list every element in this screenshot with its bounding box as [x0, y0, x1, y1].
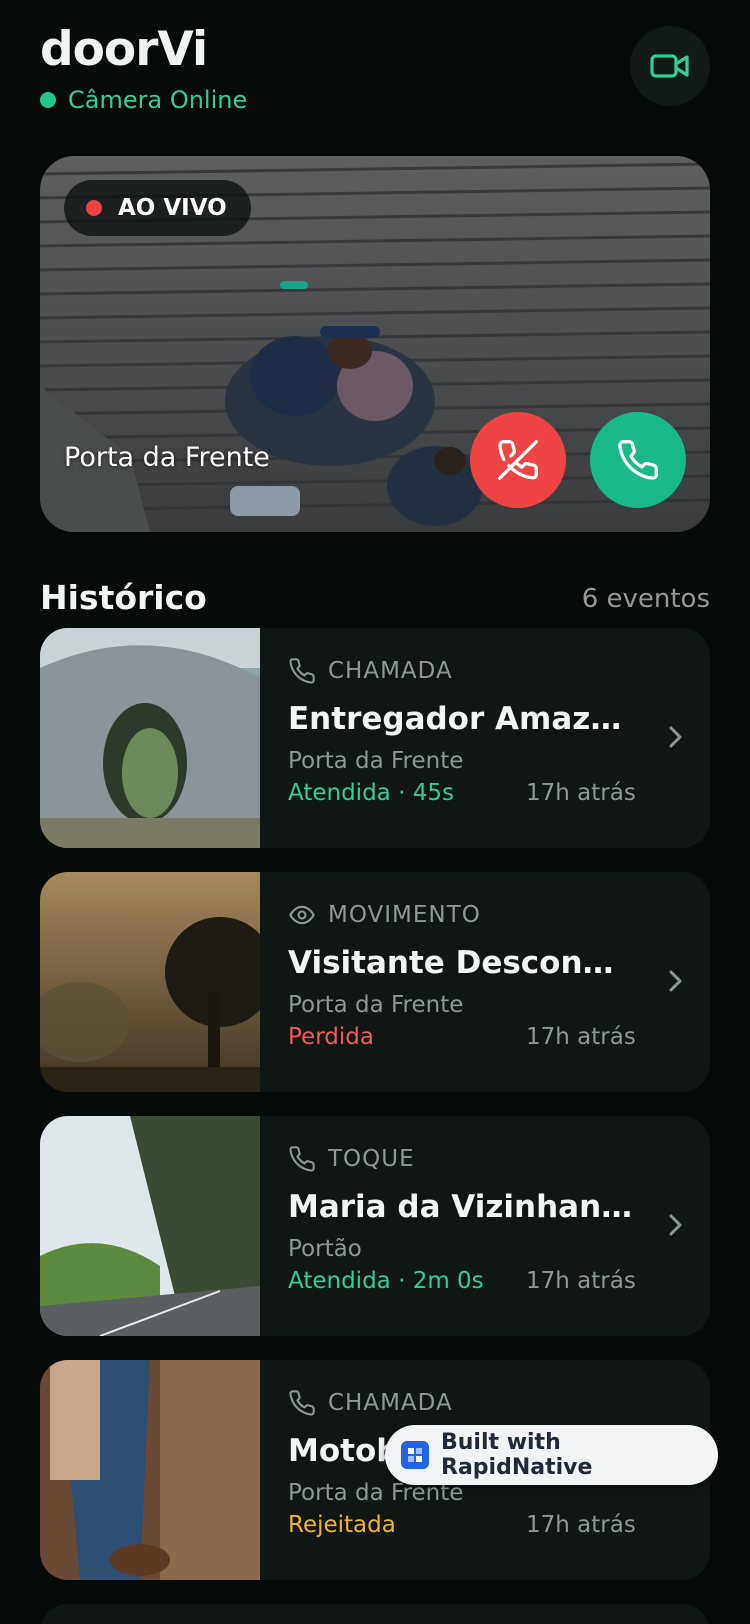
event-type-label: CHAMADA [328, 1390, 453, 1416]
event-title: Visitante Desconhecido [288, 945, 633, 981]
video-camera-icon [650, 54, 689, 78]
event-thumbnail [40, 1116, 260, 1336]
chevron-right-icon [669, 1214, 682, 1236]
live-location: Porta da Frente [64, 442, 270, 473]
event-location: Porta da Frente [288, 748, 464, 774]
live-badge-text: AO VIVO [118, 195, 227, 221]
camera-status-text: Câmera Online [68, 86, 248, 114]
rapidnative-logo-icon [401, 1441, 429, 1469]
event-type-label: MOVIMENTO [328, 902, 481, 928]
event-time: 17h atrás [526, 1024, 636, 1050]
chevron-right-icon [669, 726, 682, 748]
rapidnative-badge[interactable]: Built with RapidNative [385, 1425, 718, 1485]
event-time: 17h atrás [526, 780, 636, 806]
accept-call-button[interactable] [590, 412, 686, 508]
event-status: Perdida [288, 1024, 374, 1050]
event-location: Porta da Frente [288, 992, 464, 1018]
history-title: Histórico [40, 578, 207, 617]
event-type: CHAMADA [288, 656, 668, 686]
live-indicator [86, 200, 102, 216]
event-meta: Atendida · 2m 0s 17h atrás [288, 1268, 668, 1302]
live-badge: AO VIVO [64, 180, 251, 236]
history-item[interactable]: CHAMADA Entregador Amazon Porta da Frent… [40, 628, 710, 848]
event-thumbnail [40, 1360, 260, 1580]
camera-status: Câmera Online [40, 86, 710, 114]
app-title: doorVi [40, 22, 208, 77]
event-meta: Atendida · 45s 17h atrás [288, 780, 668, 814]
phone-off-icon [498, 440, 538, 480]
history-item[interactable]: MOVIMENTO Visitante Desconhecido Porta d… [40, 872, 710, 1092]
phone-icon [289, 1390, 315, 1416]
history-item[interactable]: TOQUE Maria da Vizinhança Portão Atendid… [40, 1116, 710, 1336]
event-thumbnail [40, 872, 260, 1092]
event-status: Atendida · 2m 0s [288, 1268, 484, 1294]
event-type-label: CHAMADA [328, 658, 453, 684]
live-camera-feed[interactable]: AO VIVO Porta da Frente [40, 156, 710, 532]
history-item-body: CHAMADA Entregador Amazon Porta da Frent… [288, 656, 668, 814]
phone-icon [618, 440, 658, 480]
rapidnative-text: Built with RapidNative [441, 1430, 593, 1480]
history-count: 6 eventos [581, 584, 710, 614]
event-thumbnail [40, 628, 260, 848]
chevron-right-icon [669, 970, 682, 992]
event-time: 17h atrás [526, 1512, 636, 1538]
app-header: doorVi Câmera Online [40, 20, 710, 120]
event-time: 17h atrás [526, 1268, 636, 1294]
event-title: Maria da Vizinhança [288, 1189, 633, 1225]
eye-icon [289, 905, 315, 925]
phone-icon [289, 1146, 315, 1172]
event-status: Rejeitada [288, 1512, 396, 1538]
event-type: CHAMADA [288, 1388, 668, 1418]
event-type-label: TOQUE [328, 1146, 415, 1172]
event-type: TOQUE [288, 1144, 668, 1174]
online-indicator [40, 92, 56, 108]
event-status: Atendida · 45s [288, 780, 454, 806]
history-header: Histórico 6 eventos [40, 578, 710, 622]
history-item-body: TOQUE Maria da Vizinhança Portão Atendid… [288, 1144, 668, 1302]
history-item[interactable] [40, 1604, 710, 1624]
history-item-body: MOVIMENTO Visitante Desconhecido Porta d… [288, 900, 668, 1058]
video-camera-button[interactable] [630, 26, 710, 106]
decline-call-button[interactable] [470, 412, 566, 508]
phone-icon [289, 658, 315, 684]
event-meta: Rejeitada 17h atrás [288, 1512, 668, 1546]
event-location: Portão [288, 1236, 362, 1262]
event-type: MOVIMENTO [288, 900, 668, 930]
event-title: Entregador Amazon [288, 701, 633, 737]
event-meta: Perdida 17h atrás [288, 1024, 668, 1058]
